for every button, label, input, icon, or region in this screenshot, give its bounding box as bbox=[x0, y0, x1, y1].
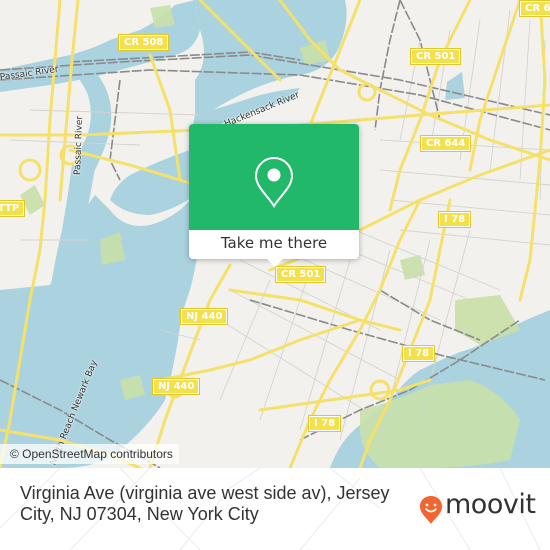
footer-bar: Virginia Ave (virginia ave west side av)… bbox=[0, 468, 550, 550]
road-shield-i78: I 78 bbox=[308, 415, 342, 432]
popup-header bbox=[189, 124, 359, 230]
road-shield-cr501: CR 501 bbox=[410, 48, 462, 65]
take-me-there-button[interactable]: Take me there bbox=[189, 230, 359, 259]
road-shield-cr644: CR 644 bbox=[420, 135, 472, 152]
road-shield-i78: I 78 bbox=[402, 345, 436, 362]
location-pin-icon bbox=[254, 156, 294, 208]
road-shield-cr501: CR 501 bbox=[275, 266, 327, 283]
location-popup: Take me there bbox=[189, 124, 359, 267]
moovit-pin-icon bbox=[420, 496, 442, 524]
address-text: Virginia Ave (virginia ave west side av)… bbox=[20, 483, 390, 524]
road-shield-cr508: CR 508 bbox=[118, 34, 170, 51]
map-attribution[interactable]: © OpenStreetMap contributors bbox=[0, 444, 179, 464]
road-shield-nj440: NJ 440 bbox=[180, 308, 229, 325]
road-shield-i78: I 78 bbox=[438, 211, 472, 228]
moovit-wordmark: moovit bbox=[445, 489, 536, 520]
map-view[interactable]: CR 508 CR 501 CR 644 CR 6 I 78 CR 501 NJ… bbox=[0, 0, 550, 468]
road-shield-ttp: TTP bbox=[0, 200, 26, 217]
moovit-logo[interactable]: moovit bbox=[419, 489, 536, 525]
water-label-passaic-river: Passaic River bbox=[73, 115, 86, 176]
road-shield-nj440: NJ 440 bbox=[152, 378, 201, 395]
popup-pointer bbox=[267, 259, 283, 267]
road-shield-cr6: CR 6 bbox=[519, 0, 550, 17]
